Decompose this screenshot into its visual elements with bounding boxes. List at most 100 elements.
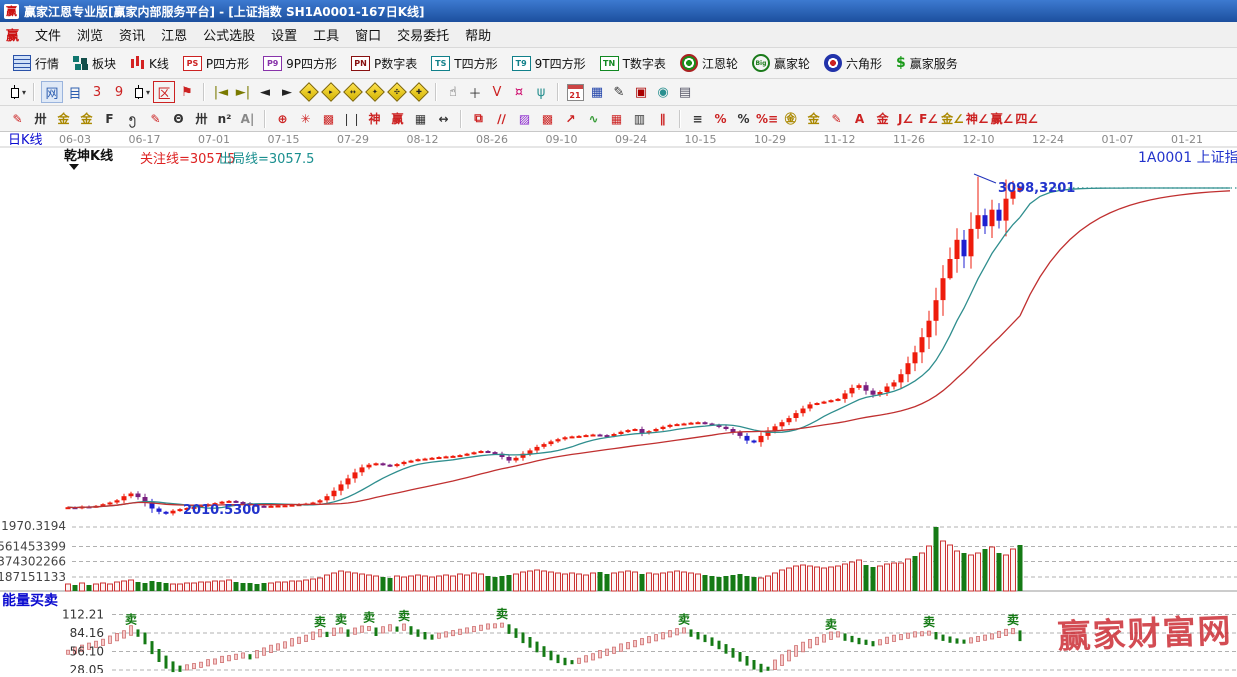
diamond-center-icon[interactable]: ✦ bbox=[365, 82, 385, 102]
next-bar-icon[interactable]: ► bbox=[277, 82, 297, 102]
menu-item-交易委托[interactable]: 交易委托 bbox=[389, 23, 457, 46]
toolbar-button-板块[interactable]: 板块 bbox=[66, 52, 123, 75]
box-fan-icon[interactable]: ▨ bbox=[514, 109, 535, 128]
toolbar-button-K线[interactable]: K线 bbox=[123, 52, 176, 75]
j-angle-icon[interactable]: J∠ bbox=[895, 109, 916, 128]
toolbar-button-P数字表[interactable]: PNP数字表 bbox=[344, 52, 424, 75]
pen3-icon[interactable]: ✎ bbox=[826, 109, 847, 128]
title-bar[interactable]: 赢 赢家江恩专业版[赢家内部服务平台] - [上证指数 SH1A0001-167… bbox=[0, 0, 1237, 22]
menu-item-公式选股[interactable]: 公式选股 bbox=[195, 23, 263, 46]
win-angle-icon[interactable]: 赢∠ bbox=[991, 109, 1014, 128]
toolbar-button-9T四方形[interactable]: T99T四方形 bbox=[505, 52, 593, 75]
toolbar-button-赢家服务[interactable]: $赢家服务 bbox=[889, 52, 965, 75]
network-chart-icon[interactable]: 网 bbox=[41, 81, 63, 103]
hash2-icon[interactable]: 卅 bbox=[191, 109, 212, 128]
formula-box-icon[interactable]: 区 bbox=[153, 81, 175, 103]
grid-lines-icon[interactable]: 卅 bbox=[30, 109, 51, 128]
angle-measure-icon[interactable]: Ⅴ bbox=[487, 82, 507, 102]
percent-lines-icon[interactable]: %≡ bbox=[756, 109, 778, 128]
skip-last-icon[interactable]: ►| bbox=[233, 82, 253, 102]
four-angle-icon[interactable]: 四∠ bbox=[1015, 109, 1038, 128]
parallel-icon[interactable]: ∥ bbox=[652, 109, 673, 128]
save-icon[interactable]: ▣ bbox=[631, 82, 651, 102]
three-candle-icon[interactable]: 3 bbox=[87, 82, 107, 102]
pattern-box-icon[interactable]: ▩ bbox=[537, 109, 558, 128]
toolbar-button-P四方形[interactable]: PSP四方形 bbox=[176, 52, 256, 75]
shen-grid-icon[interactable]: 神 bbox=[364, 109, 385, 128]
menu-item-资讯[interactable]: 资讯 bbox=[111, 23, 153, 46]
win-grid-icon[interactable]: 赢 bbox=[387, 109, 408, 128]
app-logo-icon: 赢 bbox=[4, 4, 19, 19]
crosshair-tool-icon[interactable]: ＋ bbox=[465, 82, 485, 102]
percent-red-icon[interactable]: % bbox=[710, 109, 731, 128]
single-candle-dropdown[interactable]: ▾ bbox=[131, 82, 151, 102]
tick-marks-icon[interactable]: ❘❘ bbox=[341, 109, 362, 128]
toolbar-button-行情[interactable]: 行情 bbox=[6, 52, 66, 75]
boxed-web-icon[interactable]: ▩ bbox=[318, 109, 339, 128]
box-tool-icon[interactable]: ⧉ bbox=[468, 109, 489, 128]
toolbar-button-T四方形[interactable]: TST四方形 bbox=[424, 52, 504, 75]
gold-grid2-icon[interactable]: 金 bbox=[76, 109, 97, 128]
gann-box-icon[interactable]: ¤ bbox=[509, 82, 529, 102]
red-gold-icon[interactable]: 金 bbox=[872, 109, 893, 128]
toolbar-button-9P四方形[interactable]: P99P四方形 bbox=[256, 52, 344, 75]
circle-grid-icon[interactable]: Θ bbox=[168, 109, 189, 128]
toolbar-button-六角形[interactable]: 六角形 bbox=[817, 51, 889, 75]
gold-grid-icon[interactable]: 金 bbox=[53, 109, 74, 128]
menu-item-江恩[interactable]: 江恩 bbox=[153, 23, 195, 46]
toolbar-button-江恩轮[interactable]: 江恩轮 bbox=[673, 51, 745, 75]
gold-angle-icon[interactable]: 金∠ bbox=[941, 109, 964, 128]
diamond-left-icon[interactable]: ◂ bbox=[299, 82, 319, 102]
skip-first-icon[interactable]: |◄ bbox=[211, 82, 231, 102]
svg-text:28.05: 28.05 bbox=[70, 663, 104, 673]
system-icon[interactable]: ▤ bbox=[675, 82, 695, 102]
gold-levels-icon[interactable]: 金 bbox=[803, 109, 824, 128]
percent-icon[interactable]: % bbox=[733, 109, 754, 128]
menu-item-窗口[interactable]: 窗口 bbox=[347, 23, 389, 46]
zigzag-icon[interactable]: ∿ bbox=[583, 109, 604, 128]
kline-chart-area[interactable]: 06-0306-1707-0107-1507-2908-1208-2609-10… bbox=[0, 132, 1237, 673]
menu-item-帮助[interactable]: 帮助 bbox=[457, 23, 499, 46]
diamond-right-icon[interactable]: ▸ bbox=[321, 82, 341, 102]
menu-item-文件[interactable]: 文件 bbox=[27, 23, 69, 46]
calculator-icon[interactable]: ▦ bbox=[587, 82, 607, 102]
hand-tool-icon[interactable]: ☝ bbox=[443, 82, 463, 102]
mirror-icon[interactable]: A| bbox=[237, 109, 258, 128]
flag-icon[interactable]: ⚑ bbox=[177, 82, 197, 102]
level-list-icon[interactable]: ≡ bbox=[687, 109, 708, 128]
fan-lines-icon[interactable]: ∕∕ bbox=[491, 109, 512, 128]
menu-item-设置[interactable]: 设置 bbox=[263, 23, 305, 46]
menu-item-工具[interactable]: 工具 bbox=[305, 23, 347, 46]
diamond-grid-icon[interactable]: ✚ bbox=[409, 82, 429, 102]
gold-circle-icon[interactable]: ㊎ bbox=[780, 109, 801, 128]
number-grid-icon[interactable]: ▦ bbox=[410, 109, 431, 128]
diamond-expand-icon[interactable]: ↔ bbox=[343, 82, 363, 102]
a-frame-icon[interactable]: A bbox=[849, 109, 870, 128]
toolbar-button-T数字表[interactable]: TNT数字表 bbox=[593, 52, 673, 75]
wave-tool-icon[interactable]: ψ bbox=[531, 82, 551, 102]
draw-line-icon[interactable]: ✎ bbox=[7, 109, 28, 128]
shen-angle-icon[interactable]: 神∠ bbox=[966, 109, 989, 128]
fibo-grid-icon[interactable]: F bbox=[99, 109, 120, 128]
f-angle-icon[interactable]: F∠ bbox=[918, 109, 939, 128]
square-number-icon[interactable]: n² bbox=[214, 109, 235, 128]
kline-style-button[interactable]: ▾ bbox=[7, 82, 27, 102]
arrow-fan-icon[interactable]: ↗ bbox=[560, 109, 581, 128]
export-icon[interactable]: ◉ bbox=[653, 82, 673, 102]
prev-bar-icon[interactable]: ◄ bbox=[255, 82, 275, 102]
compass-icon[interactable]: ⊕ bbox=[272, 109, 293, 128]
spiral-icon[interactable]: ၅ bbox=[122, 109, 143, 128]
pen2-icon[interactable]: ✎ bbox=[145, 109, 166, 128]
red-grid-icon[interactable]: ▦ bbox=[606, 109, 627, 128]
clipboard-icon[interactable]: 目 bbox=[65, 82, 85, 102]
diamond-all-icon[interactable]: ✣ bbox=[387, 82, 407, 102]
nine-candle-icon[interactable]: 9 bbox=[109, 82, 129, 102]
calendar-icon[interactable]: 21 bbox=[565, 82, 585, 102]
kline-chart-svg[interactable]: 06-0306-1707-0107-1507-2908-1208-2609-10… bbox=[0, 132, 1237, 673]
spiderweb-icon[interactable]: ✳ bbox=[295, 109, 316, 128]
col-grid-icon[interactable]: ▥ bbox=[629, 109, 650, 128]
menu-item-浏览[interactable]: 浏览 bbox=[69, 23, 111, 46]
h-measure-icon[interactable]: ↔ bbox=[433, 109, 454, 128]
memo-icon[interactable]: ✎ bbox=[609, 82, 629, 102]
toolbar-button-赢家轮[interactable]: Big赢家轮 bbox=[745, 51, 817, 75]
